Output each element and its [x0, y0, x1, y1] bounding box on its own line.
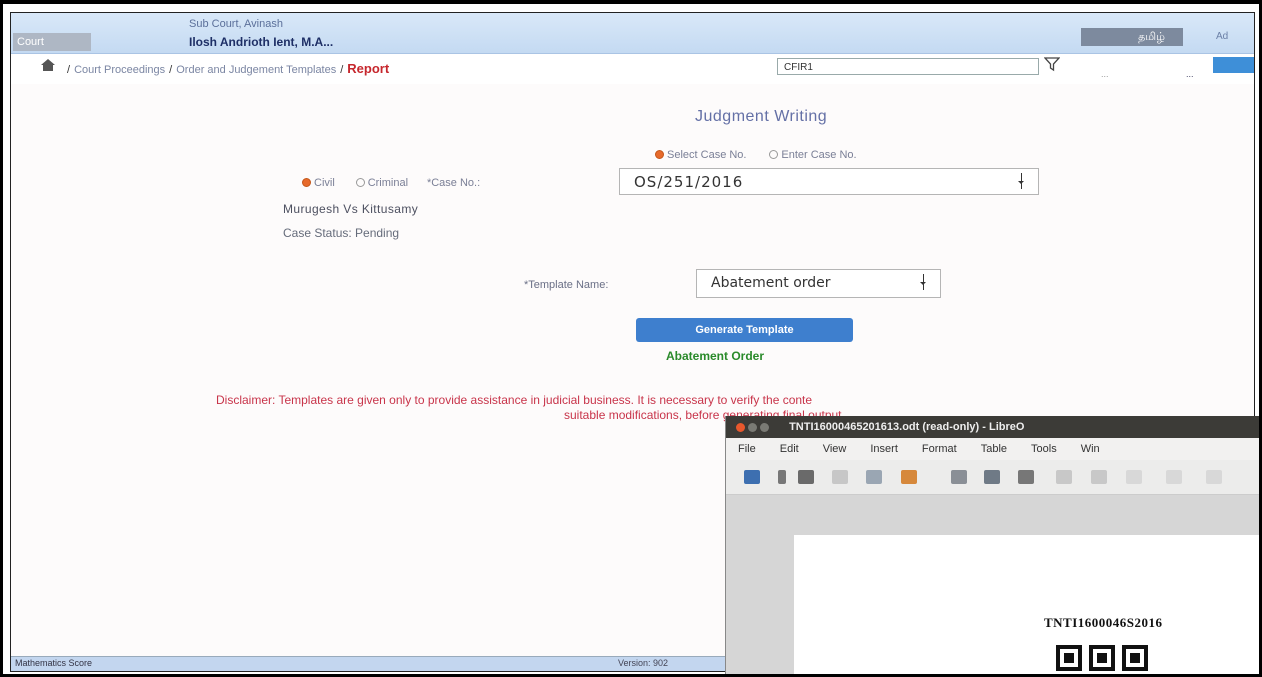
close-window-icon[interactable] — [736, 422, 745, 432]
criminal-radio[interactable] — [355, 178, 365, 188]
status-left: Mathematics Score — [15, 658, 93, 668]
menu-view[interactable]: View — [823, 443, 847, 455]
court-tab[interactable]: Court — [13, 33, 91, 51]
spellcheck-icon[interactable] — [1018, 470, 1034, 484]
save-icon[interactable] — [798, 470, 814, 484]
menu-format[interactable]: Format — [922, 443, 957, 455]
case-no-select[interactable]: OS/251/2016 — [619, 168, 1039, 195]
export-pdf-icon[interactable] — [901, 470, 917, 484]
dropdown-arrow-icon[interactable] — [778, 470, 786, 484]
court-subtitle: Sub Court, Avinash — [189, 18, 283, 30]
qr-code-icon — [1056, 645, 1148, 671]
chevron-down-icon — [920, 274, 930, 290]
menu-window[interactable]: Win — [1081, 443, 1100, 455]
menu-table[interactable]: Table — [981, 443, 1007, 455]
print-icon[interactable] — [984, 470, 1000, 484]
app-header: Court Sub Court, Avinash Ilosh Andrioth … — [11, 13, 1254, 54]
criminal-label: Criminal — [367, 176, 409, 189]
status-bar: Mathematics Score Version: 902 — [11, 656, 736, 671]
document-case-code: TNTI1600046S2016 — [1044, 615, 1163, 630]
toolbar-text-1: ... — [1101, 69, 1109, 79]
home-icon[interactable] — [41, 59, 55, 71]
language-button[interactable]: தமிழ் — [1081, 28, 1183, 46]
new-document-icon[interactable] — [744, 470, 760, 484]
filter-icon[interactable] — [1044, 56, 1060, 72]
search-input[interactable]: CFIR1 — [777, 58, 1039, 75]
template-name-value: Abatement order — [711, 275, 831, 291]
menu-edit[interactable]: Edit — [780, 443, 799, 455]
maximize-window-icon[interactable] — [760, 422, 769, 432]
menu-insert[interactable]: Insert — [870, 443, 898, 455]
generate-template-button[interactable]: Generate Template — [636, 318, 853, 342]
case-status: Case Status: Pending — [283, 226, 400, 240]
select-case-radio[interactable] — [655, 150, 664, 160]
template-name-label: *Template Name: — [524, 279, 609, 291]
minimize-window-icon[interactable] — [748, 422, 757, 432]
menu-tools[interactable]: Tools — [1031, 443, 1057, 455]
case-type-radios: Civil Criminal *Case No.: — [302, 174, 480, 192]
chevron-down-icon — [1018, 173, 1028, 189]
undo-icon[interactable] — [1166, 470, 1182, 484]
menu-bar: File Edit View Insert Format Table Tools Win — [726, 438, 1259, 460]
enter-case-label: Enter Case No. — [781, 148, 857, 161]
copy-icon[interactable] — [1091, 470, 1107, 484]
window-title: TNTI16000465201613.odt (read-only) - Lib… — [789, 421, 1025, 433]
action-button[interactable] — [1213, 57, 1254, 73]
case-no-value: OS/251/2016 — [634, 173, 744, 191]
doc-toolbar — [726, 460, 1259, 495]
libreoffice-window: TNTI16000465201613.odt (read-only) - Lib… — [725, 416, 1259, 674]
redo-icon[interactable] — [1206, 470, 1222, 484]
page-title: Judgment Writing — [695, 108, 828, 125]
paste-icon[interactable] — [1126, 470, 1142, 484]
screenshot-frame: Court Sub Court, Avinash Ilosh Andrioth … — [0, 0, 1262, 677]
template-name-select[interactable]: Abatement order — [696, 269, 941, 298]
crumb-court-proceedings[interactable]: Court Proceedings — [74, 64, 165, 76]
menu-file[interactable]: File — [738, 443, 756, 455]
enter-case-radio[interactable] — [769, 150, 779, 160]
disclaimer-line-1: Disclaimer: Templates are given only to … — [216, 393, 813, 407]
case-mode-radios: Select Case No. Enter Case No. — [655, 146, 857, 164]
civil-radio[interactable] — [302, 178, 311, 188]
crumb-report: Report — [347, 61, 390, 76]
civil-label: Civil — [314, 176, 335, 189]
document-page[interactable]: TNTI1600046S2016 — [794, 535, 1259, 674]
select-case-label: Select Case No. — [667, 148, 747, 161]
case-parties: Murugesh Vs Kittusamy — [283, 202, 419, 216]
case-no-label: *Case No.: — [426, 176, 481, 189]
email-icon[interactable] — [832, 470, 848, 484]
breadcrumb: / Court Proceedings / Order and Judgement T… — [67, 61, 390, 76]
window-titlebar: TNTI16000465201613.odt (read-only) - Lib… — [726, 416, 1259, 438]
crumb-templates[interactable]: Order and Judgement Templates — [176, 64, 336, 76]
breadcrumb-bar: / Court Proceedings / Order and Judgement T… — [11, 54, 1254, 84]
abatement-order-link[interactable]: Abatement Order — [666, 349, 764, 363]
app-title: Ilosh Andrioth Ient, M.A... — [189, 35, 334, 49]
header-right-link[interactable]: Ad — [1216, 31, 1228, 42]
document-area[interactable]: TNTI1600046S2016 — [726, 495, 1259, 674]
cut-icon[interactable] — [1056, 470, 1072, 484]
edit-file-icon[interactable] — [866, 470, 882, 484]
toolbar-text-2: ... — [1186, 69, 1194, 79]
status-version: Version: 902 — [618, 658, 669, 668]
print-preview-icon[interactable] — [951, 470, 967, 484]
